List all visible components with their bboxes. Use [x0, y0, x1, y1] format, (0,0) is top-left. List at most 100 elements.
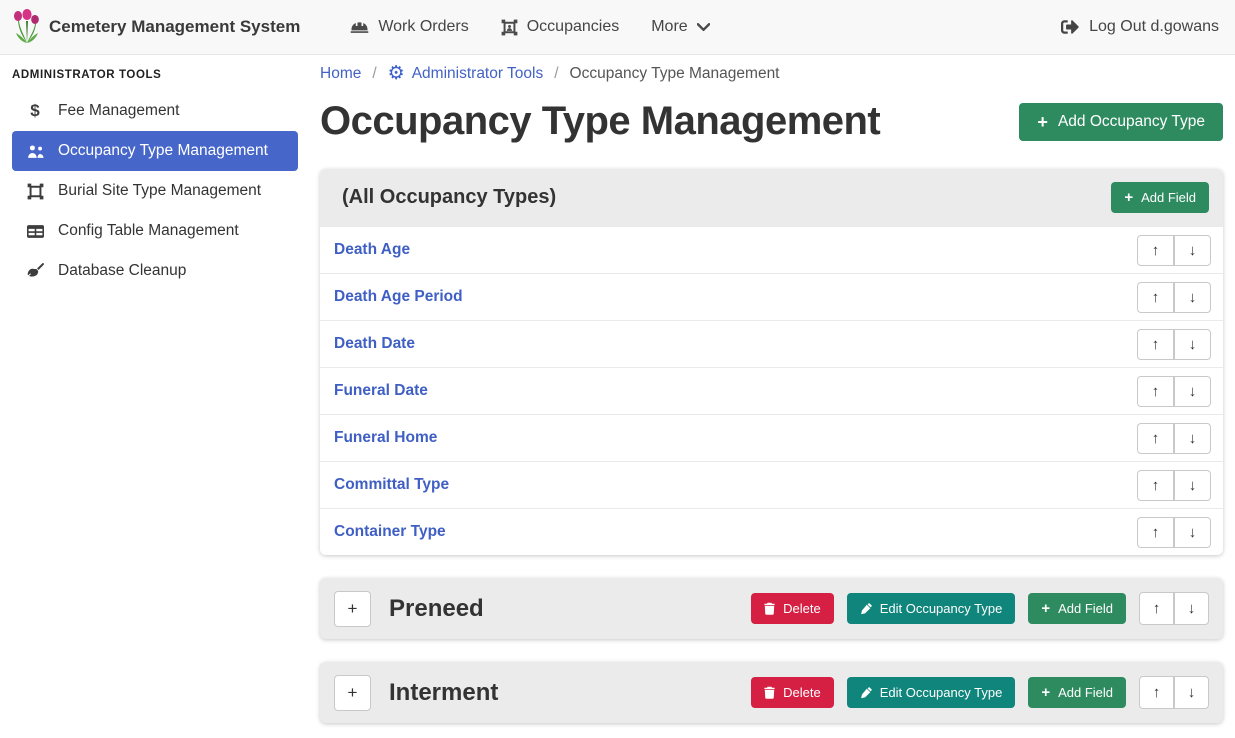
- field-row: Funeral Date ↑ ↓: [320, 367, 1223, 414]
- users-icon: [12, 144, 58, 159]
- field-link-death-date[interactable]: Death Date: [334, 335, 415, 353]
- broom-icon: [12, 263, 58, 279]
- logout-button[interactable]: Log Out d.gowans: [1055, 10, 1225, 44]
- add-field-button[interactable]: + Add Field: [1111, 182, 1209, 213]
- move-up-button[interactable]: ↑: [1139, 676, 1174, 709]
- move-down-button[interactable]: ↓: [1174, 235, 1211, 266]
- add-field-button[interactable]: + Add Field: [1028, 677, 1126, 708]
- all-types-card-header: (All Occupancy Types) + Add Field: [320, 169, 1223, 226]
- field-row: Container Type ↑ ↓: [320, 508, 1223, 555]
- page-title: Occupancy Type Management: [320, 99, 880, 144]
- reorder-buttons: ↑ ↓: [1137, 423, 1211, 454]
- nav-work-orders[interactable]: Work Orders: [334, 10, 484, 44]
- plus-icon: +: [1124, 190, 1133, 205]
- reorder-buttons: ↑ ↓: [1137, 282, 1211, 313]
- breadcrumb-separator: /: [554, 65, 558, 83]
- dollar-icon: $: [12, 101, 58, 121]
- sidebar: ADMINISTRATOR TOOLS $ Fee Management Occ…: [0, 55, 310, 738]
- reorder-buttons: ↑ ↓: [1137, 517, 1211, 548]
- move-up-button[interactable]: ↑: [1137, 235, 1174, 266]
- sidebar-item-label: Database Cleanup: [58, 262, 186, 280]
- nav-occupancies[interactable]: Occupancies: [485, 10, 636, 44]
- nav-occupancies-label: Occupancies: [527, 18, 620, 36]
- sidebar-item-fee-management[interactable]: $ Fee Management: [12, 91, 298, 131]
- move-down-button[interactable]: ↓: [1174, 423, 1211, 454]
- field-link-container-type[interactable]: Container Type: [334, 523, 446, 541]
- gear-icon: ⚙: [388, 64, 405, 83]
- move-down-button[interactable]: ↓: [1174, 517, 1211, 548]
- all-types-card-title: (All Occupancy Types): [342, 186, 556, 209]
- top-navbar: Cemetery Management System Work Orders: [0, 0, 1235, 55]
- plus-icon: +: [1037, 113, 1048, 131]
- occupant-frame-icon: [501, 19, 518, 36]
- reorder-buttons: ↑ ↓: [1137, 329, 1211, 360]
- section-title: Preneed: [389, 595, 484, 623]
- reorder-buttons: ↑ ↓: [1137, 376, 1211, 407]
- field-row: Death Age Period ↑ ↓: [320, 273, 1223, 320]
- move-down-button[interactable]: ↓: [1174, 470, 1211, 501]
- field-link-committal-type[interactable]: Committal Type: [334, 476, 449, 494]
- move-up-button[interactable]: ↑: [1137, 376, 1174, 407]
- nav-more[interactable]: More: [635, 10, 725, 44]
- edit-occupancy-type-button[interactable]: Edit Occupancy Type: [847, 677, 1016, 708]
- section-title: Interment: [389, 679, 498, 707]
- move-down-button[interactable]: ↓: [1174, 329, 1211, 360]
- reorder-buttons: ↑ ↓: [1139, 592, 1209, 625]
- move-down-button[interactable]: ↓: [1174, 282, 1211, 313]
- title-row: Occupancy Type Management + Add Occupanc…: [320, 99, 1223, 144]
- move-up-button[interactable]: ↑: [1137, 329, 1174, 360]
- sidebar-item-label: Burial Site Type Management: [58, 182, 261, 200]
- table-icon: [12, 224, 58, 239]
- sidebar-item-database-cleanup[interactable]: Database Cleanup: [12, 251, 298, 291]
- expand-button[interactable]: +: [334, 591, 371, 627]
- sidebar-heading: ADMINISTRATOR TOOLS: [0, 62, 310, 91]
- breadcrumb-home[interactable]: Home: [320, 65, 361, 83]
- field-link-death-age[interactable]: Death Age: [334, 241, 410, 259]
- move-down-button[interactable]: ↓: [1174, 676, 1209, 709]
- sidebar-item-burial-site-type-management[interactable]: Burial Site Type Management: [12, 171, 298, 211]
- delete-button[interactable]: Delete: [751, 593, 834, 624]
- plus-icon: +: [1041, 685, 1050, 700]
- app-title: Cemetery Management System: [49, 17, 300, 37]
- chevron-down-icon: [697, 23, 710, 32]
- move-down-button[interactable]: ↓: [1174, 376, 1211, 407]
- field-row: Death Date ↑ ↓: [320, 320, 1223, 367]
- breadcrumb-admin-tools[interactable]: ⚙ Administrator Tools: [388, 64, 544, 83]
- field-link-funeral-home[interactable]: Funeral Home: [334, 429, 437, 447]
- occupancy-type-section-interment: + Interment Delete: [320, 662, 1223, 723]
- field-row: Funeral Home ↑ ↓: [320, 414, 1223, 461]
- move-up-button[interactable]: ↑: [1137, 470, 1174, 501]
- field-row: Death Age ↑ ↓: [320, 226, 1223, 273]
- occupancy-type-section-preneed: + Preneed Delete: [320, 578, 1223, 639]
- pencil-icon: [860, 603, 872, 615]
- pencil-icon: [860, 687, 872, 699]
- delete-button[interactable]: Delete: [751, 677, 834, 708]
- nav-more-label: More: [651, 18, 687, 36]
- expand-button[interactable]: +: [334, 675, 371, 711]
- sign-out-icon: [1061, 19, 1079, 35]
- move-up-button[interactable]: ↑: [1137, 282, 1174, 313]
- reorder-buttons: ↑ ↓: [1137, 235, 1211, 266]
- move-up-button[interactable]: ↑: [1137, 423, 1174, 454]
- add-field-button[interactable]: + Add Field: [1028, 593, 1126, 624]
- breadcrumb-current: Occupancy Type Management: [570, 65, 780, 83]
- app-brand[interactable]: Cemetery Management System: [14, 9, 300, 45]
- trash-icon: [764, 686, 775, 699]
- nav-work-orders-label: Work Orders: [378, 18, 468, 36]
- sidebar-item-occupancy-type-management[interactable]: Occupancy Type Management: [12, 131, 298, 171]
- add-occupancy-type-button[interactable]: + Add Occupancy Type: [1019, 103, 1223, 141]
- edit-occupancy-type-button[interactable]: Edit Occupancy Type: [847, 593, 1016, 624]
- logout-label: Log Out d.gowans: [1089, 18, 1219, 36]
- section-actions: Delete Edit Occupancy Type + Add Field ↑: [751, 676, 1209, 709]
- nav-links: Work Orders Occupancies More: [334, 10, 725, 44]
- move-down-button[interactable]: ↓: [1174, 592, 1209, 625]
- move-up-button[interactable]: ↑: [1137, 517, 1174, 548]
- page-layout: ADMINISTRATOR TOOLS $ Fee Management Occ…: [0, 55, 1235, 738]
- tulip-logo-icon: [14, 9, 40, 45]
- move-up-button[interactable]: ↑: [1139, 592, 1174, 625]
- field-link-death-age-period[interactable]: Death Age Period: [334, 288, 463, 306]
- sidebar-item-config-table-management[interactable]: Config Table Management: [12, 211, 298, 251]
- vector-square-icon: [12, 183, 58, 200]
- field-link-funeral-date[interactable]: Funeral Date: [334, 382, 428, 400]
- sidebar-item-label: Occupancy Type Management: [58, 142, 268, 160]
